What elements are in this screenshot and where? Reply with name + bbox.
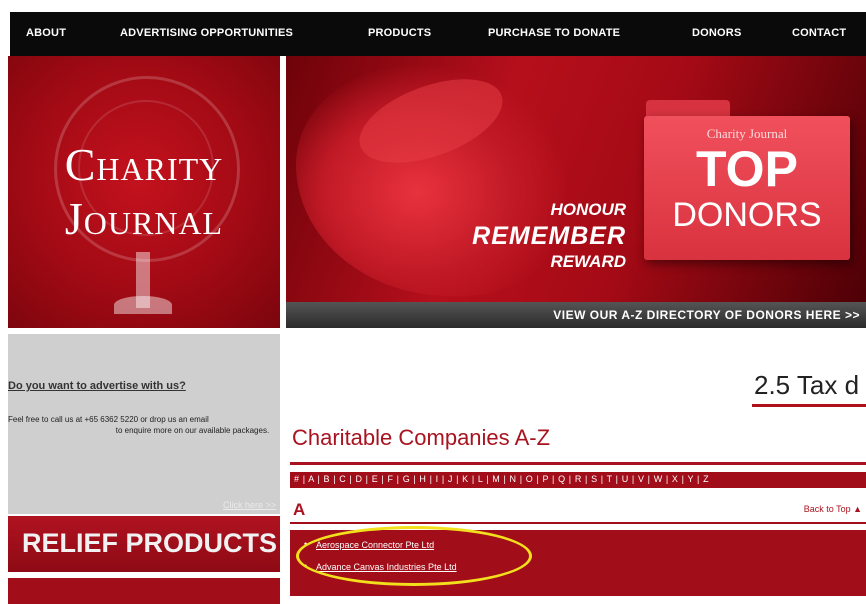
tax-heading: 2.5 Tax d bbox=[754, 370, 860, 400]
title-divider bbox=[290, 462, 866, 465]
relief-products-banner[interactable]: RELIEF PRODUCTS bbox=[8, 516, 280, 572]
advertise-more-link[interactable]: Click here >> bbox=[223, 500, 276, 510]
tax-heading-underline bbox=[752, 404, 866, 407]
section-divider bbox=[290, 522, 866, 524]
advertise-question-link[interactable]: Do you want to advertise with us? bbox=[8, 380, 186, 392]
nav-donors[interactable]: DONORS bbox=[692, 27, 741, 39]
advertise-email-link[interactable]: enquiries@charityjournal.com bbox=[8, 426, 114, 435]
tagline-honour: HONOUR bbox=[550, 200, 626, 219]
nav-contact[interactable]: CONTACT bbox=[792, 27, 846, 39]
nav-advertising-opportunities[interactable]: ADVERTISING OPPORTUNITIES bbox=[120, 27, 293, 39]
advertise-body-prefix: Feel free to call us at +65 6362 5220 or… bbox=[8, 415, 209, 424]
advertise-body-suffix: to enquire more on our available package… bbox=[115, 426, 270, 435]
logo-title-line1: Charity bbox=[64, 139, 224, 190]
nav-purchase-to-donate[interactable]: PURCHASE TO DONATE bbox=[488, 27, 620, 39]
top-donors-banner[interactable]: HONOUR REMEMBER REWARD Charity Journal T… bbox=[286, 56, 866, 328]
folder-donors-text: DONORS bbox=[672, 196, 822, 234]
logo-tree-base bbox=[114, 296, 172, 314]
relief-products-footer bbox=[8, 578, 280, 604]
letter-index-bar: # | A | B | C | D | E | F | G | H | I | … bbox=[290, 472, 866, 488]
nav-about[interactable]: ABOUT bbox=[26, 27, 66, 39]
top-donors-folder: Charity Journal TOP DONORS bbox=[644, 100, 850, 260]
section-letter-a: A bbox=[293, 500, 306, 519]
letter-index-links[interactable]: # | A | B | C | D | E | F | G | H | I | … bbox=[294, 474, 709, 484]
highlight-ellipse bbox=[296, 526, 532, 586]
tagline-remember: REMEMBER bbox=[472, 222, 626, 250]
page-title: Charitable Companies A-Z bbox=[292, 425, 551, 450]
tagline-reward: REWARD bbox=[550, 252, 626, 271]
back-to-top-link[interactable]: Back to Top ▲ bbox=[804, 504, 862, 514]
logo-title-line2: Journal bbox=[64, 193, 224, 244]
advertise-panel: Do you want to advertise with us? Feel f… bbox=[8, 334, 280, 514]
advertise-body: Feel free to call us at +65 6362 5220 or… bbox=[8, 414, 272, 436]
site-logo[interactable]: Charity Journal bbox=[8, 56, 280, 328]
folder-top-text: TOP bbox=[696, 141, 798, 197]
folder-brand: Charity Journal bbox=[706, 126, 788, 141]
nav-products[interactable]: PRODUCTS bbox=[368, 27, 431, 39]
relief-products-label: RELIEF PRODUCTS bbox=[22, 528, 278, 558]
directory-link-strip[interactable]: VIEW OUR A-Z DIRECTORY OF DONORS HERE >> bbox=[286, 302, 866, 328]
top-nav: ABOUT ADVERTISING OPPORTUNITIES PRODUCTS… bbox=[10, 12, 866, 56]
directory-link[interactable]: VIEW OUR A-Z DIRECTORY OF DONORS HERE >> bbox=[553, 308, 860, 322]
